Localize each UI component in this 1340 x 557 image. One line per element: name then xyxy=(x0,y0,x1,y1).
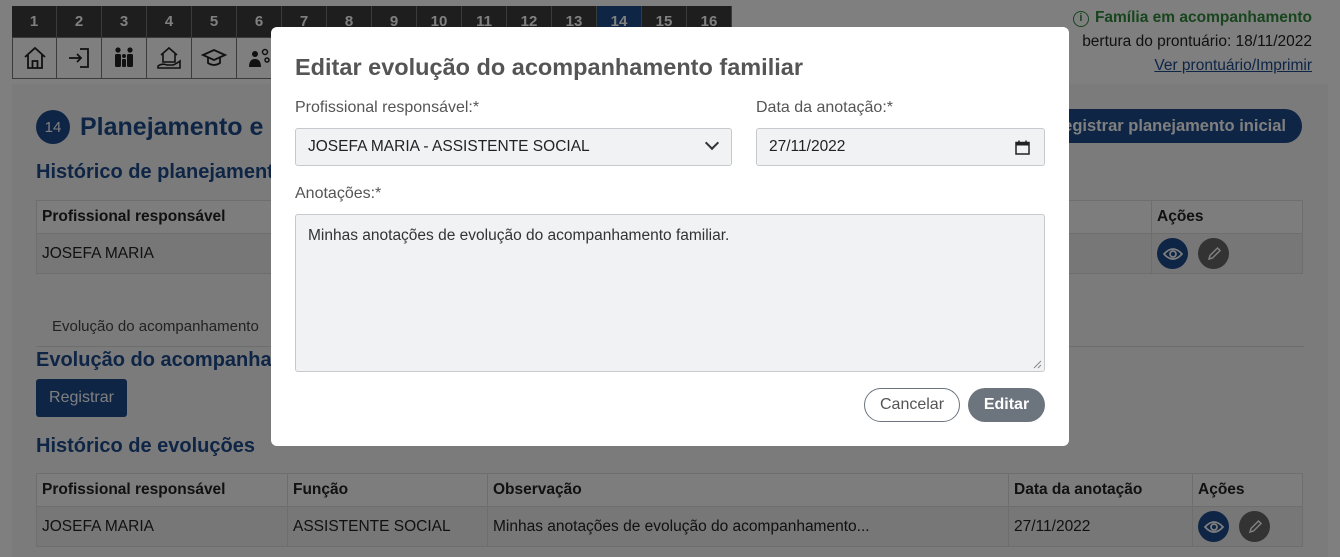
calendar-icon[interactable] xyxy=(1015,140,1030,155)
date-label: Data da anotação:* xyxy=(756,99,893,116)
edit-evolution-modal: Editar evolução do acompanhamento famili… xyxy=(271,27,1069,446)
date-input[interactable]: 27/11/2022 xyxy=(756,128,1045,166)
professional-select[interactable]: JOSEFA MARIA - ASSISTENTE SOCIAL xyxy=(295,128,732,166)
resize-grip-icon[interactable] xyxy=(1032,359,1042,369)
chevron-down-icon xyxy=(704,135,720,151)
modal-title: Editar evolução do acompanhamento famili… xyxy=(295,54,803,80)
professional-select-value: JOSEFA MARIA - ASSISTENTE SOCIAL xyxy=(308,138,590,155)
notes-label: Anotações:* xyxy=(295,185,382,202)
date-input-value: 27/11/2022 xyxy=(769,138,846,155)
notes-textarea[interactable]: Minhas anotações de evolução do acompanh… xyxy=(295,214,1045,372)
notes-textarea-value: Minhas anotações de evolução do acompanh… xyxy=(308,227,730,244)
edit-submit-button[interactable]: Editar xyxy=(968,388,1045,422)
professional-label: Profissional responsável:* xyxy=(295,99,480,116)
cancel-button[interactable]: Cancelar xyxy=(864,388,960,422)
